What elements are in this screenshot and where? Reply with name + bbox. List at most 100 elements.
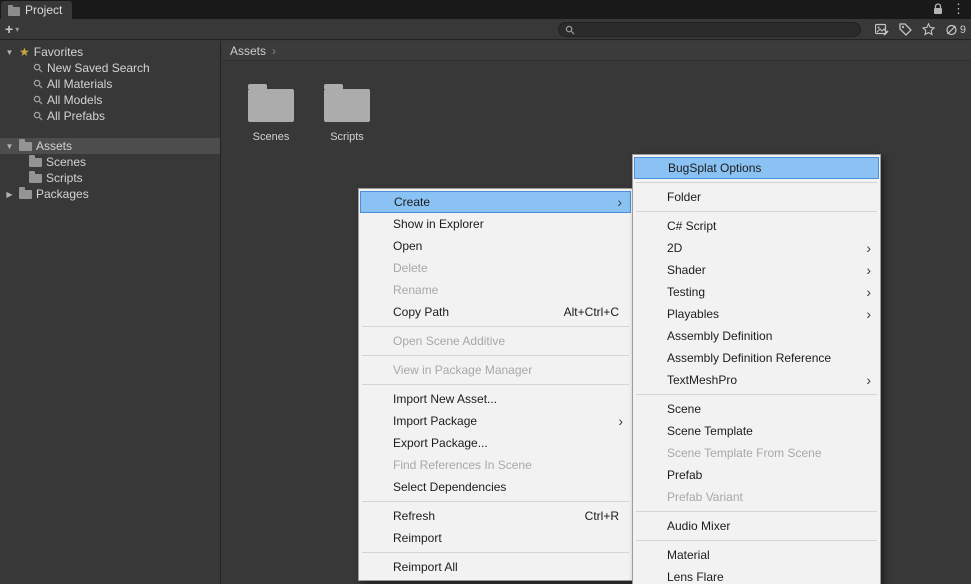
menu-item-playables[interactable]: Playables › xyxy=(634,303,879,325)
menu-item-label: Refresh xyxy=(393,509,436,523)
menu-item-material[interactable]: Material xyxy=(634,544,879,566)
menu-item-prefab-variant: Prefab Variant xyxy=(634,486,879,508)
foldout-open-icon[interactable]: ▼ xyxy=(4,142,15,151)
menu-item-label: Find References In Scene xyxy=(393,458,532,472)
menu-item-reimport[interactable]: Reimport xyxy=(360,527,631,549)
search-by-label-icon[interactable] xyxy=(899,23,912,36)
menu-item-open[interactable]: Open xyxy=(360,235,631,257)
sidebar-item-new-saved-search[interactable]: New Saved Search xyxy=(0,60,220,76)
menu-item-show-in-explorer[interactable]: Show in Explorer xyxy=(360,213,631,235)
menu-item-lens-flare[interactable]: Lens Flare xyxy=(634,566,879,584)
favorites-children: New Saved Search All Materials All Models A… xyxy=(0,60,220,124)
asset-folder-scenes[interactable]: Scenes xyxy=(236,83,306,143)
sidebar-item-packages[interactable]: ▶ Packages xyxy=(0,186,220,202)
sidebar-item-label: All Materials xyxy=(47,77,113,91)
breadcrumb-assets[interactable]: Assets xyxy=(230,44,266,58)
sidebar-item-label: Favorites xyxy=(33,45,84,59)
submenu-arrow-icon: › xyxy=(866,284,871,300)
menu-item-copy-path[interactable]: Copy Path Alt+Ctrl+C xyxy=(360,301,631,323)
sidebar-item-favorites[interactable]: ▼ ★ Favorites xyxy=(0,44,220,60)
sidebar-item-label: Assets xyxy=(36,139,73,153)
menu-item-label: Delete xyxy=(393,261,428,275)
foldout-open-icon[interactable]: ▼ xyxy=(4,48,15,57)
asset-folder-scripts[interactable]: Scripts xyxy=(312,83,382,143)
foldout-closed-icon[interactable]: ▶ xyxy=(4,190,15,199)
folder-icon xyxy=(19,187,32,199)
lock-icon[interactable] xyxy=(933,3,943,15)
menu-separator xyxy=(636,394,877,395)
menu-item-reimport-all[interactable]: Reimport All xyxy=(360,556,631,578)
hidden-packages-toggle[interactable]: 9 xyxy=(945,24,966,36)
menu-item-assembly-definition[interactable]: Assembly Definition xyxy=(634,325,879,347)
menu-item-label: Open Scene Additive xyxy=(393,334,506,348)
create-submenu: BugSplat Options Folder C# Script 2D › Shader… xyxy=(632,154,881,584)
menu-item-label: Scene xyxy=(667,402,702,416)
menu-item-label: Export Package... xyxy=(393,436,488,450)
tab-project[interactable]: Project xyxy=(1,1,73,19)
add-dropdown-caret-icon[interactable]: ▾ xyxy=(15,25,19,34)
sidebar-item-all-materials[interactable]: All Materials xyxy=(0,76,220,92)
sidebar-item-all-models[interactable]: All Models xyxy=(0,92,220,108)
submenu-arrow-icon: › xyxy=(617,194,622,210)
save-search-star-icon[interactable] xyxy=(921,23,935,36)
menu-item-label: Create xyxy=(394,195,431,209)
sidebar-item-assets[interactable]: ▼ Assets xyxy=(0,138,220,154)
menu-item-label: Import New Asset... xyxy=(393,392,498,406)
menu-item-2d[interactable]: 2D › xyxy=(634,237,879,259)
menu-item-export-package[interactable]: Export Package... xyxy=(360,432,631,454)
hidden-eye-icon xyxy=(945,24,958,36)
submenu-arrow-icon: › xyxy=(866,262,871,278)
project-toolbar: + ▾ 9 xyxy=(0,19,971,40)
tab-label: Project xyxy=(25,3,63,17)
menu-item-label: Rename xyxy=(393,283,439,297)
asset-grid: Scenes Scripts xyxy=(222,61,971,143)
menu-item-create[interactable]: Create › xyxy=(360,191,631,213)
menu-separator xyxy=(362,552,629,553)
menu-item-label: Assembly Definition Reference xyxy=(667,351,832,365)
menu-item-scene-template[interactable]: Scene Template xyxy=(634,420,879,442)
menu-item-shader[interactable]: Shader › xyxy=(634,259,879,281)
submenu-arrow-icon: › xyxy=(866,306,871,322)
menu-item-label: Copy Path xyxy=(393,305,450,319)
menu-separator xyxy=(362,501,629,502)
breadcrumb-chevron-icon: › xyxy=(272,43,277,58)
sidebar-item-scripts[interactable]: Scripts xyxy=(0,170,220,186)
sidebar-item-all-prefabs[interactable]: All Prefabs xyxy=(0,108,220,124)
menu-item-bugsplat-options[interactable]: BugSplat Options xyxy=(634,157,879,179)
menu-item-prefab[interactable]: Prefab xyxy=(634,464,879,486)
favorites-star-icon: ★ xyxy=(19,45,30,59)
menu-item-assembly-definition-reference[interactable]: Assembly Definition Reference xyxy=(634,347,879,369)
menu-item-c-script[interactable]: C# Script xyxy=(634,215,879,237)
menu-item-audio-mixer[interactable]: Audio Mixer xyxy=(634,515,879,537)
menu-item-label: Select Dependencies xyxy=(393,480,507,494)
project-sidebar: ▼ ★ Favorites New Saved Search All Materi… xyxy=(0,41,221,584)
search-by-type-icon[interactable] xyxy=(874,23,889,36)
add-asset-button[interactable]: + xyxy=(5,20,13,38)
menu-item-textmeshpro[interactable]: TextMeshPro › xyxy=(634,369,879,391)
menu-item-import-new-asset[interactable]: Import New Asset... xyxy=(360,388,631,410)
menu-item-label: Import Package xyxy=(393,414,478,428)
menu-item-label: 2D xyxy=(667,241,683,255)
folder-icon xyxy=(248,84,294,122)
sidebar-item-label: New Saved Search xyxy=(47,61,150,75)
menu-item-testing[interactable]: Testing › xyxy=(634,281,879,303)
menu-item-shortcut: Alt+Ctrl+C xyxy=(563,305,619,319)
sidebar-item-scenes[interactable]: Scenes xyxy=(0,154,220,170)
search-icon xyxy=(33,95,43,105)
hidden-count-label: 9 xyxy=(959,23,966,36)
menu-item-select-dependencies[interactable]: Select Dependencies xyxy=(360,476,631,498)
kebab-menu-icon[interactable]: ⋮ xyxy=(952,1,965,17)
menu-separator xyxy=(362,326,629,327)
menu-item-folder[interactable]: Folder xyxy=(634,186,879,208)
menu-item-find-references-in-scene: Find References In Scene xyxy=(360,454,631,476)
menu-item-label: C# Script xyxy=(667,219,717,233)
search-input[interactable] xyxy=(579,23,854,36)
context-menu: Create › Show in Explorer Open Delete Rename C… xyxy=(358,188,633,581)
menu-item-refresh[interactable]: Refresh Ctrl+R xyxy=(360,505,631,527)
menu-separator xyxy=(636,540,877,541)
menu-item-import-package[interactable]: Import Package › xyxy=(360,410,631,432)
sidebar-item-label: Scripts xyxy=(46,171,83,185)
menu-item-scene[interactable]: Scene xyxy=(634,398,879,420)
search-box[interactable] xyxy=(558,22,861,37)
menu-item-label: BugSplat Options xyxy=(668,161,762,175)
